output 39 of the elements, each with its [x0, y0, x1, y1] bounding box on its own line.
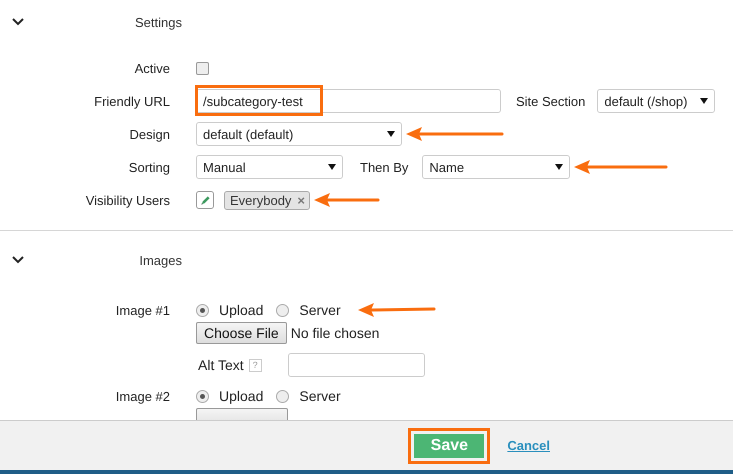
chevron-icon[interactable]: [12, 18, 24, 26]
radio-button[interactable]: [276, 390, 290, 402]
field-label: Active: [134, 60, 170, 76]
pencil-icon: [200, 194, 210, 206]
field-label: Then By: [360, 160, 408, 174]
file-status: No file chosen: [290, 325, 380, 341]
section-title: Settings: [134, 14, 182, 30]
choose-file-button[interactable]: Choose File: [196, 322, 287, 344]
site-section-select[interactable]: default (/shop): [597, 89, 716, 113]
field-label: Design: [128, 126, 170, 142]
field-label: Site Section: [516, 94, 586, 108]
radio-button[interactable]: [196, 304, 209, 316]
remove-tag-button[interactable]: ×: [297, 192, 306, 208]
radio-button[interactable]: [196, 390, 209, 402]
caret-icon: [555, 164, 564, 170]
radio-label: Upload: [219, 388, 264, 404]
radio-label: Server: [299, 302, 341, 318]
field-label: Image #1: [114, 302, 170, 318]
design-select[interactable]: default (default): [196, 122, 402, 146]
field-label: Sorting: [128, 160, 170, 174]
active-checkbox[interactable]: [196, 62, 209, 74]
section-title: Images: [138, 252, 182, 268]
field-label: Image #2: [114, 388, 170, 404]
caret-icon: [328, 164, 336, 170]
radio-label: Server: [299, 388, 341, 404]
edit-button[interactable]: [196, 191, 214, 209]
url-field[interactable]: /subcategory-test: [196, 89, 501, 113]
field-label: Alt Text: [198, 357, 244, 373]
sorting-select[interactable]: Manual: [196, 155, 343, 179]
caret-icon: [700, 98, 708, 104]
field-label: Friendly URL: [93, 94, 170, 108]
caret-icon: [387, 131, 395, 137]
radio-button[interactable]: [276, 304, 290, 316]
then-by-select[interactable]: Name: [422, 155, 570, 179]
chevron-icon[interactable]: [12, 256, 24, 264]
alt-text-field[interactable]: [288, 353, 425, 377]
field-label: Visibility Users: [84, 192, 170, 208]
radio-label: Upload: [219, 302, 264, 318]
tag-label: Everybody: [230, 192, 292, 208]
